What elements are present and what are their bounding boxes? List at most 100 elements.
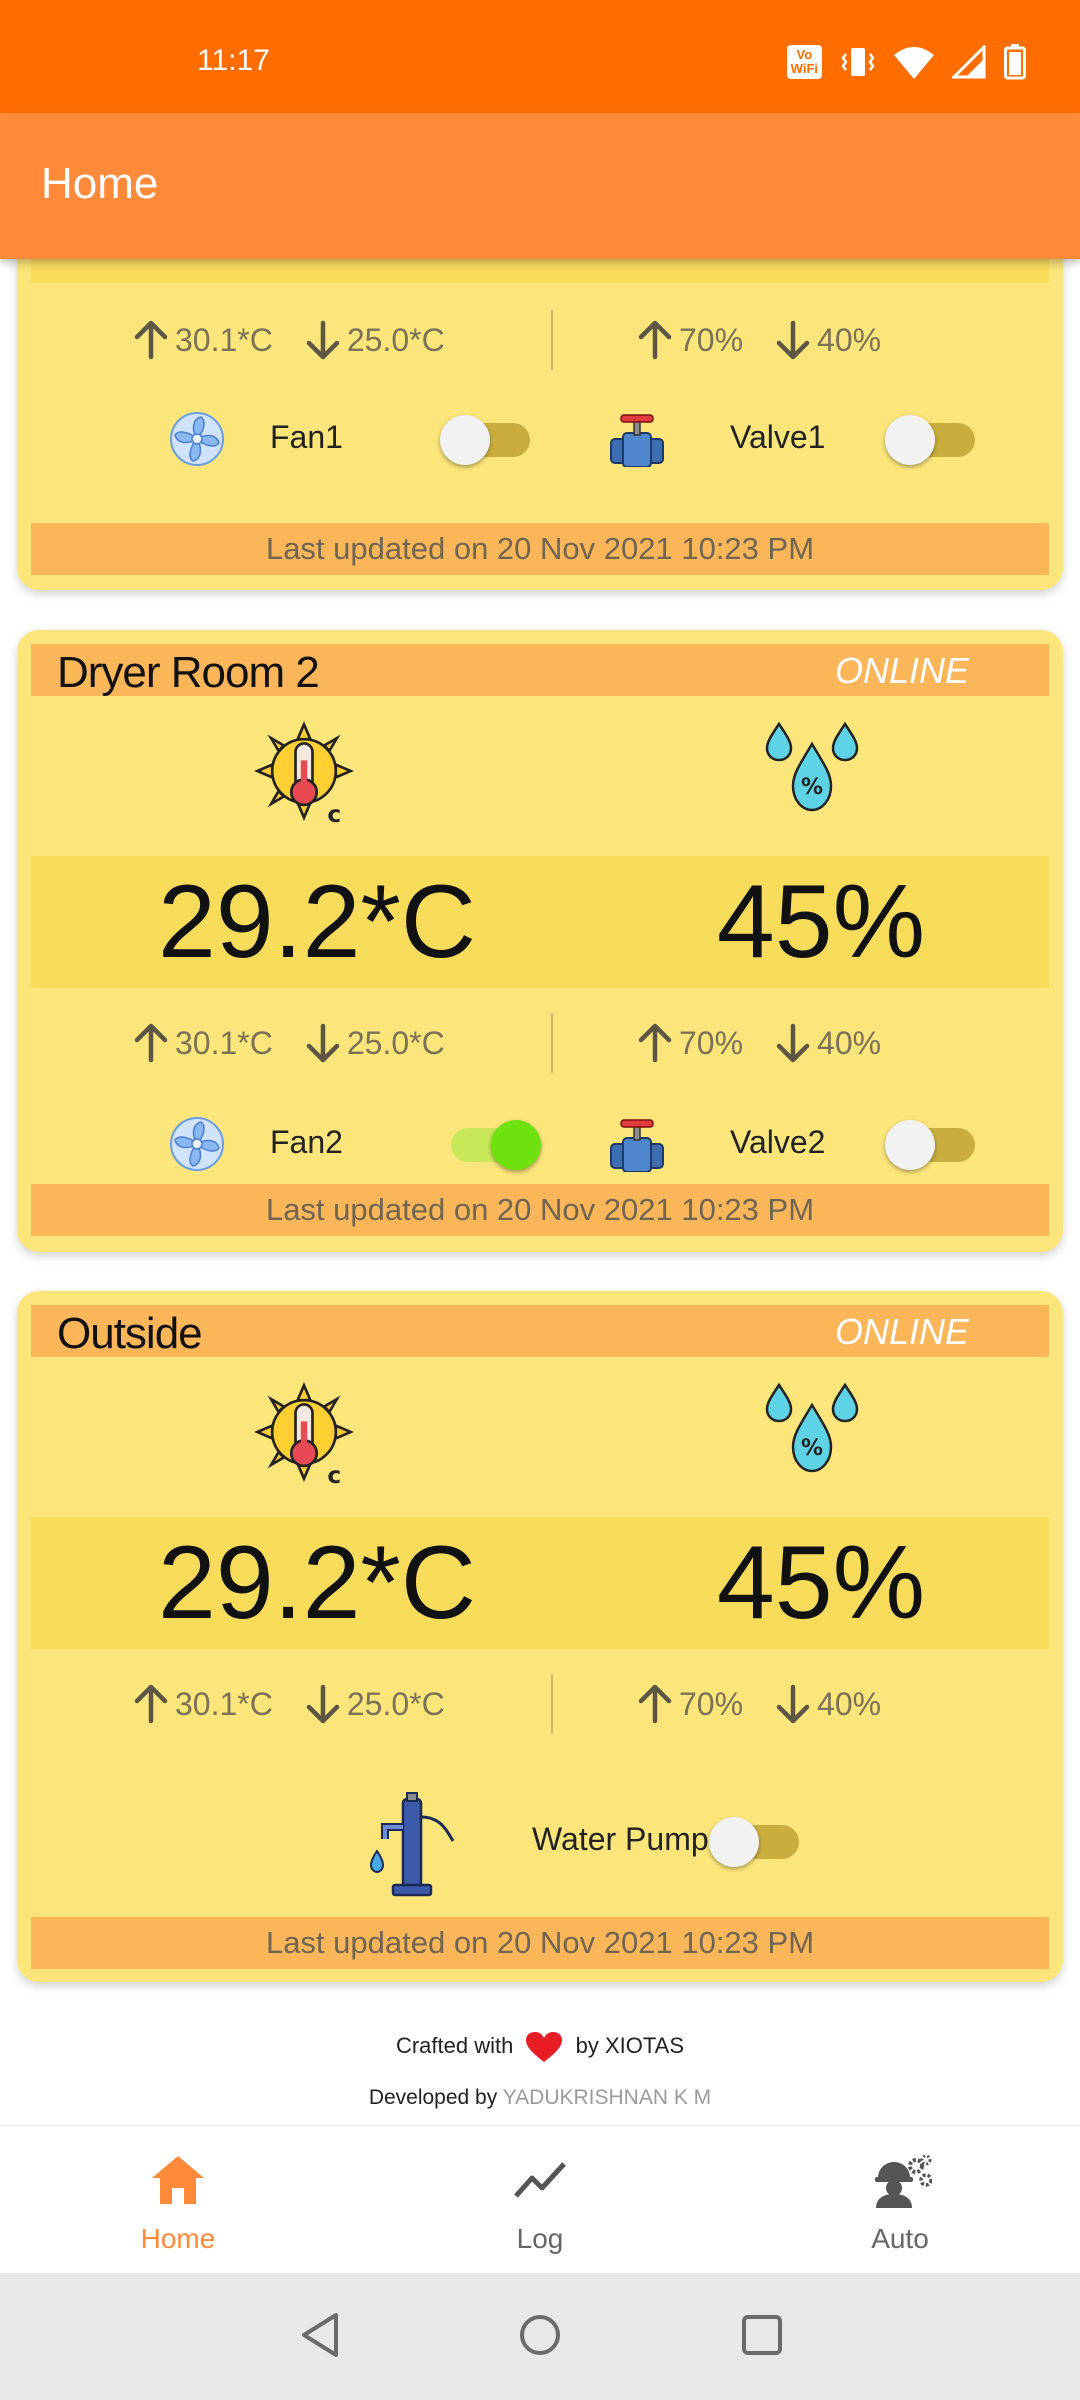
device-card-dryer-room-2: Dryer Room 2 ONLINE 29.2*C 45% 30.1*C 25…: [17, 630, 1063, 1252]
fan2-label: Fan2: [270, 1124, 343, 1160]
arrow-down-icon: [773, 1683, 813, 1725]
divider: [551, 1674, 553, 1734]
nav-auto-label: Auto: [871, 2223, 929, 2254]
control-row: Fan1 Valve1: [31, 399, 1049, 479]
status-time: 11:17: [197, 44, 270, 77]
humidity-value: 45%: [571, 259, 1071, 283]
minmax-row: 30.1*C 25.0*C 70% 40%: [31, 1649, 1049, 1759]
fan2-toggle[interactable]: [451, 1120, 541, 1170]
minmax-row: 30.1*C 25.0*C 70% 40%: [31, 988, 1049, 1098]
humidity-range: 70% 40%: [635, 988, 903, 1098]
last-updated: Last updated on 20 Nov 2021 10:23 PM: [31, 523, 1049, 575]
water-pump-icon: [369, 1792, 455, 1897]
humidity-max: 70%: [679, 1685, 744, 1722]
humidity-max: 70%: [679, 1024, 744, 1061]
card-header: Outside ONLINE: [31, 1305, 1049, 1358]
thermometer-sun-icon: [256, 723, 352, 824]
reading-band: 29.2*C 45%: [31, 1517, 1049, 1649]
sensor-icon-row: [31, 1357, 1049, 1517]
battery-icon: [1004, 44, 1026, 80]
vowifi-icon: Vo WiFi: [786, 45, 822, 79]
toggle-knob: [885, 415, 935, 465]
status-bar: 11:17 Vo WiFi: [0, 0, 1080, 113]
nav-home[interactable]: Home: [78, 2126, 278, 2274]
status-badge: ONLINE: [834, 650, 969, 691]
valve1-label: Valve1: [730, 419, 826, 455]
thermometer-sun-icon: [256, 1384, 352, 1485]
temperature-value: 29.2*C: [158, 864, 476, 980]
last-updated: Last updated on 20 Nov 2021 10:23 PM: [31, 1917, 1049, 1969]
card-title: Outside: [57, 1309, 203, 1358]
temp-range: 30.1*C 25.0*C: [131, 988, 467, 1098]
vibrate-icon: [841, 48, 875, 76]
valve1-toggle[interactable]: [885, 415, 975, 465]
recents-icon[interactable]: [740, 2311, 784, 2359]
developer-name[interactable]: YADUKRISHNAN K M: [503, 2086, 711, 2109]
minmax-row: 30.1*C 25.0*C 70% 40%: [31, 285, 1049, 395]
app-bar: Home: [0, 113, 1080, 259]
temp-range: 30.1*C 25.0*C: [131, 285, 467, 395]
humidity-drops-icon: [765, 722, 859, 812]
humidity-value: 45%: [716, 1525, 926, 1641]
humidity-min: 40%: [817, 1685, 882, 1722]
nav-log-label: Log: [516, 2223, 564, 2254]
valve-icon: [610, 1119, 664, 1172]
arrow-up-icon: [131, 319, 171, 361]
temp-min: 25.0*C: [346, 1685, 445, 1722]
toggle-knob: [709, 1817, 759, 1867]
nav-auto[interactable]: Auto: [800, 2126, 1000, 2274]
temperature-value: 29.2*C: [158, 1525, 476, 1641]
last-updated: Last updated on 20 Nov 2021 10:23 PM: [31, 1184, 1049, 1236]
arrow-down-icon: [303, 1022, 343, 1064]
chart-line-icon: [514, 2162, 566, 2198]
temperature-value: 29.2*C: [67, 259, 567, 283]
page-title: Home: [41, 159, 159, 208]
temp-range: 30.1*C 25.0*C: [131, 1649, 467, 1759]
card-title: Dryer Room 2: [57, 648, 320, 697]
crafted-credits: Crafted with by XIOTAS: [0, 2031, 1080, 2063]
humidity-min: 40%: [817, 1024, 882, 1061]
valve-icon: [610, 414, 664, 467]
device-card-outside: Outside ONLINE 29.2*C 45% 30.1*C 25.0*C …: [17, 1291, 1063, 1982]
arrow-up-icon: [131, 1022, 171, 1064]
arrow-down-icon: [303, 1683, 343, 1725]
toggle-knob: [440, 415, 490, 465]
temp-min: 25.0*C: [346, 321, 445, 358]
temp-max: 30.1*C: [175, 321, 273, 358]
reading-band: 29.2*C 45%: [31, 259, 1049, 283]
control-row: Fan2 Valve2: [31, 1104, 1049, 1184]
device-list[interactable]: c % 29.2*C 45% 30: [0, 259, 1080, 2125]
nav-log[interactable]: Log: [440, 2126, 640, 2274]
temp-max: 30.1*C: [175, 1685, 273, 1722]
temp-max: 30.1*C: [175, 1024, 273, 1061]
status-icons: Vo WiFi: [786, 44, 1026, 80]
home-button-icon[interactable]: [517, 2311, 563, 2359]
valve2-toggle[interactable]: [885, 1120, 975, 1170]
fan1-toggle[interactable]: [440, 415, 530, 465]
temp-min: 25.0*C: [346, 1024, 445, 1061]
water-pump-label: Water Pump: [532, 1821, 709, 1857]
humidity-range: 70% 40%: [635, 1649, 903, 1759]
fan1-label: Fan1: [270, 419, 343, 455]
arrow-up-icon: [635, 1683, 675, 1725]
toggle-knob: [885, 1120, 935, 1170]
water-pump-toggle[interactable]: [709, 1817, 799, 1867]
control-row: Water Pump: [31, 1771, 1049, 1901]
system-navigation-bar: [0, 2273, 1080, 2400]
fan-icon: [170, 412, 224, 466]
valve2-label: Valve2: [730, 1124, 826, 1160]
divider: [551, 1013, 553, 1073]
back-icon[interactable]: [298, 2311, 342, 2359]
humidity-min: 40%: [817, 321, 882, 358]
home-icon: [152, 2156, 204, 2204]
device-card-1: 29.2*C 45% 30.1*C 25.0*C 70% 40% Fan1 Va…: [17, 259, 1063, 590]
reading-band: 29.2*C 45%: [31, 856, 1049, 988]
worker-gears-icon: [875, 2154, 932, 2208]
humidity-max: 70%: [679, 321, 744, 358]
humidity-drops-icon: [765, 1383, 859, 1473]
wifi-icon: [894, 47, 934, 79]
developer-credits: Developed by YADUKRISHNAN K M: [368, 2086, 712, 2109]
arrow-up-icon: [635, 1022, 675, 1064]
arrow-down-icon: [303, 319, 343, 361]
toggle-knob: [491, 1120, 541, 1170]
